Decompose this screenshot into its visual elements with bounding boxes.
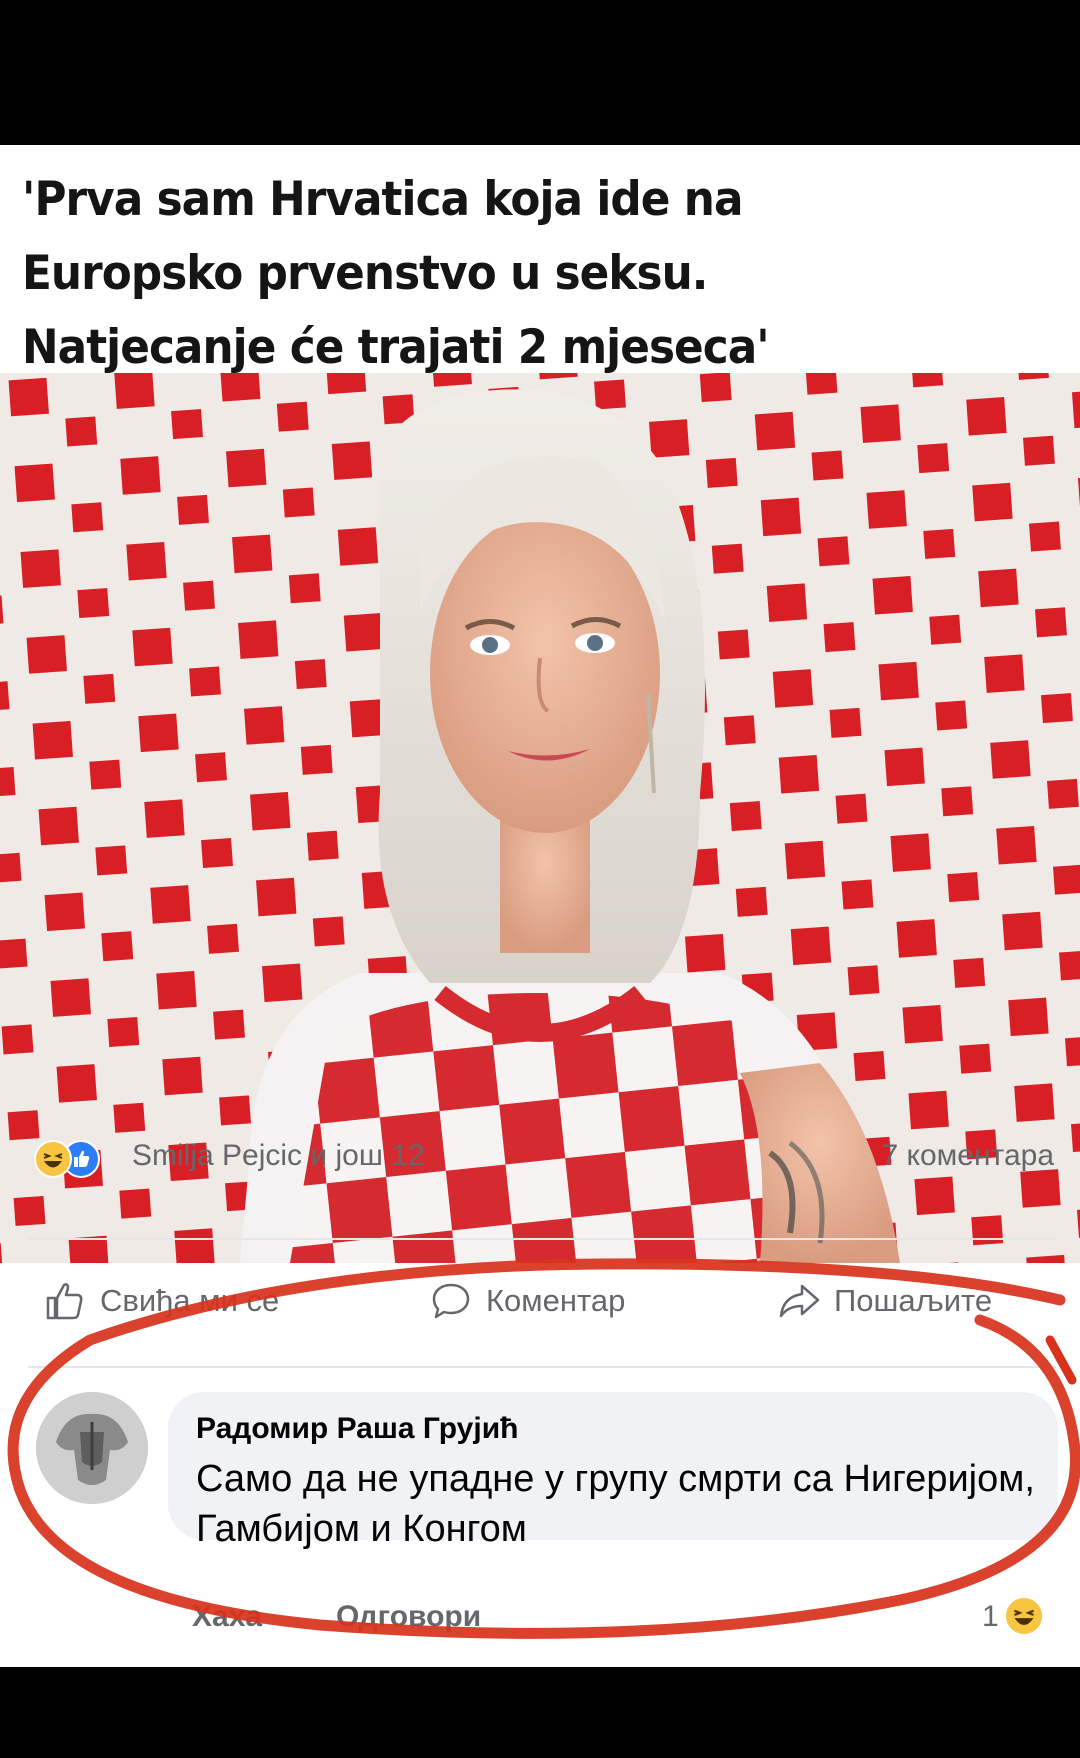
comment-bubble: Радомир Раша Грујић Само да не упадне у … <box>168 1392 1058 1550</box>
headline-line: Natjecanje će trajati 2 mjeseca' <box>22 320 770 375</box>
share-arrow-icon <box>779 1284 820 1318</box>
headline-line: Europsko prvenstvo u seksu. <box>22 246 708 301</box>
coat-of-arms-avatar-icon <box>36 1392 148 1504</box>
thumbs-up-icon <box>46 1283 83 1320</box>
haha-emoji-icon <box>34 1140 72 1178</box>
reactors-text[interactable]: Smilja Pejcic и још 12 <box>132 1139 425 1173</box>
comments-count[interactable]: 7 коментара <box>882 1139 1055 1173</box>
divider <box>28 1366 1056 1368</box>
comment-button-label: Коментар <box>486 1283 626 1318</box>
comment-reply-link[interactable]: Одговори <box>336 1600 481 1634</box>
comment-author[interactable]: Радомир Раша Грујић <box>196 1412 518 1446</box>
comment-reaction-count[interactable]: 1 <box>982 1600 999 1634</box>
post-headline: 'Prva sam Hrvatica koja ide na Europsko … <box>22 163 989 385</box>
like-button[interactable]: Свиђа ми се <box>44 1276 279 1326</box>
like-button-label: Свиђа ми се <box>100 1283 280 1318</box>
top-black-bar <box>0 0 1080 145</box>
reactions-row: Smilja Pejcic и још 12 7 коментара <box>0 1126 1080 1186</box>
comment-item: Радомир Раша Грујић Само да не упадне у … <box>0 1370 1080 1550</box>
headline-line: 'Prva sam Hrvatica koja ide na <box>22 172 743 227</box>
haha-emoji-icon <box>1006 1598 1042 1634</box>
share-button-label: Пошаљите <box>834 1283 993 1318</box>
reaction-icons[interactable] <box>34 1140 124 1178</box>
share-button[interactable]: Пошаљите <box>778 1276 992 1326</box>
post-actions: Свиђа ми се Коментар Пошаљите <box>0 1262 1080 1348</box>
comment-footer: Хаха Одговори 1 <box>0 1598 1080 1650</box>
commenter-avatar[interactable] <box>36 1392 148 1504</box>
bottom-black-bar <box>0 1667 1080 1758</box>
comment-button[interactable]: Коментар <box>430 1276 625 1326</box>
comment-text: Само да не упадне у групу смрти са Нигер… <box>196 1458 1035 1550</box>
divider <box>28 1238 1056 1240</box>
comment-like-link[interactable]: Хаха <box>192 1600 262 1634</box>
comment-bubble-icon <box>432 1283 470 1319</box>
